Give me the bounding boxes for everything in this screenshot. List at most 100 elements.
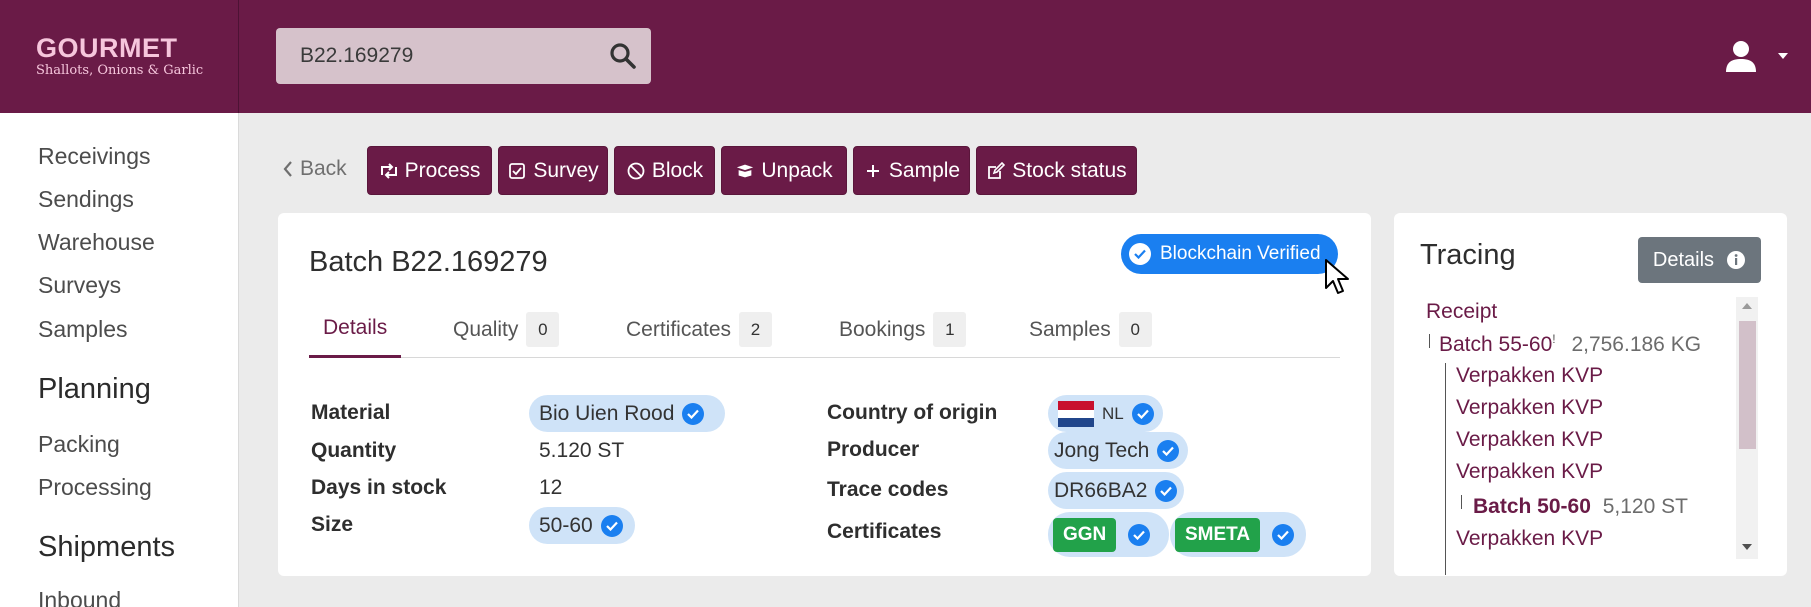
tab-details[interactable]: Details (309, 301, 402, 358)
tab-quality-count: 0 (526, 312, 560, 347)
material-text: Bio Uien Rood (539, 401, 675, 425)
verified-check-icon (1155, 479, 1178, 502)
quantity-label: Quantity (311, 439, 397, 462)
tree-item-verpakken-kvp[interactable]: Verpakken KVP (1456, 527, 1603, 551)
info-circle-icon (1727, 251, 1746, 269)
tab-quality[interactable]: Quality 0 (453, 301, 560, 358)
country-label: Country of origin (827, 401, 998, 424)
tree-item-batch-55-60[interactable]: Batch 55-60! 2,756.186 KG (1439, 332, 1701, 357)
trace-codes-text: DR66BA2 (1054, 478, 1148, 502)
verified-check-icon (1128, 523, 1151, 546)
certificate-ggn[interactable]: GGN (1048, 512, 1169, 557)
tracing-details-button[interactable]: Details (1638, 237, 1761, 283)
sidebar-item-packing[interactable]: Packing (38, 431, 120, 458)
blockchain-verified-badge[interactable]: Blockchain Verified (1121, 234, 1338, 274)
scroll-down-icon[interactable] (1741, 543, 1753, 551)
stock-status-label: Stock status (1012, 158, 1127, 182)
tab-certificates-count: 2 (739, 312, 773, 347)
brand-name: GOURMET (36, 33, 178, 63)
producer-label: Producer (827, 438, 920, 461)
top-bar: GOURMET Shallots, Onions & Garlic (0, 0, 1811, 113)
country-value[interactable]: NL (1048, 395, 1163, 432)
material-value[interactable]: Bio Uien Rood (529, 395, 725, 432)
tab-quality-label: Quality (453, 317, 519, 341)
tab-samples-label: Samples (1029, 317, 1111, 341)
tree-connector (1461, 495, 1462, 509)
tracing-scrollbar-thumb[interactable] (1739, 321, 1756, 449)
survey-label: Survey (533, 158, 599, 182)
batch-50-60-label: Batch 50-60 (1473, 495, 1591, 518)
tracing-title: Tracing (1420, 239, 1516, 271)
tree-item-receipt[interactable]: Receipt (1426, 300, 1497, 324)
batch-55-60-weight: 2,756.186 KG (1571, 333, 1702, 356)
tree-connector (1445, 363, 1446, 575)
scroll-up-icon[interactable] (1741, 302, 1753, 310)
tab-certificates-label: Certificates (626, 317, 732, 341)
batch-50-60-quantity: 5,120 ST (1602, 495, 1688, 518)
stock-status-button[interactable]: Stock status (976, 146, 1137, 195)
back-link[interactable]: Back (282, 157, 347, 181)
unpack-button[interactable]: Unpack (721, 146, 847, 195)
sidebar-item-sendings[interactable]: Sendings (38, 186, 134, 213)
sample-label: Sample (888, 158, 961, 182)
tree-item-batch-50-60[interactable]: Batch 50-60 5,120 ST (1473, 495, 1688, 519)
certificate-ggn-label: GGN (1053, 517, 1117, 552)
verified-check-icon (1131, 402, 1154, 425)
tab-details-label: Details (323, 316, 388, 339)
verified-check-icon (1157, 439, 1180, 462)
verified-check-icon (682, 402, 705, 425)
block-label: Block (651, 158, 704, 182)
back-label: Back (300, 157, 347, 180)
search-icon[interactable] (609, 42, 637, 70)
check-circle-icon (1129, 243, 1151, 265)
batch-card: Batch B22.169279 Blockchain Verified Det… (278, 213, 1371, 576)
tree-item-verpakken-kvp[interactable]: Verpakken KVP (1456, 460, 1603, 484)
edit-icon (986, 161, 1006, 180)
ban-icon (626, 162, 646, 180)
tab-certificates[interactable]: Certificates 2 (626, 301, 773, 358)
trace-codes-value[interactable]: DR66BA2 (1048, 472, 1184, 509)
tree-item-verpakken-kvp[interactable]: Verpakken KVP (1456, 364, 1603, 388)
survey-button[interactable]: Survey (498, 146, 608, 195)
batch-55-60-mark: ! (1552, 332, 1556, 346)
search-input[interactable] (300, 42, 580, 70)
size-label: Size (311, 513, 354, 536)
block-button[interactable]: Block (614, 146, 715, 195)
tree-item-verpakken-kvp[interactable]: Verpakken KVP (1456, 396, 1603, 420)
certificate-smeta-label: SMETA (1175, 517, 1261, 552)
process-button[interactable]: Process (367, 146, 492, 195)
add-sample-button[interactable]: Sample (853, 146, 970, 195)
trace-codes-label: Trace codes (827, 478, 949, 501)
sidebar-item-surveys[interactable]: Surveys (38, 272, 121, 299)
tab-bookings-label: Bookings (839, 317, 926, 341)
tab-samples-count: 0 (1118, 312, 1152, 347)
verified-check-icon (600, 514, 623, 537)
sidebar-item-warehouse[interactable]: Warehouse (38, 229, 155, 256)
brand-tagline: Shallots, Onions & Garlic (36, 63, 204, 78)
box-open-icon (735, 163, 755, 179)
mouse-cursor-icon (1325, 259, 1349, 294)
sidebar-heading-planning: Planning (38, 373, 151, 405)
brand-logo[interactable]: GOURMET Shallots, Onions & Garlic (0, 0, 239, 113)
check-square-icon (507, 162, 527, 179)
producer-value[interactable]: Jong Tech (1048, 432, 1188, 469)
sidebar: Receivings Sendings Warehouse Surveys Sa… (0, 113, 239, 607)
sidebar-item-processing[interactable]: Processing (38, 474, 152, 501)
certificate-smeta[interactable]: SMETA (1170, 512, 1306, 557)
caret-down-icon (1778, 53, 1788, 59)
tree-item-verpakken-kvp[interactable]: Verpakken KVP (1456, 428, 1603, 452)
sidebar-item-inbound[interactable]: Inbound (38, 587, 121, 607)
producer-text: Jong Tech (1054, 438, 1150, 462)
tree-connector (1429, 334, 1430, 348)
search-box[interactable] (276, 28, 651, 84)
tab-bookings[interactable]: Bookings 1 (839, 301, 967, 358)
sidebar-item-samples[interactable]: Samples (38, 316, 127, 343)
sidebar-item-receivings[interactable]: Receivings (38, 143, 151, 170)
tab-samples[interactable]: Samples 0 (1029, 301, 1152, 358)
chevron-left-icon (283, 161, 292, 177)
user-menu[interactable] (1722, 40, 1792, 74)
quantity-value: 5.120 ST (539, 439, 625, 462)
size-value[interactable]: 50-60 (529, 507, 635, 544)
material-label: Material (311, 401, 391, 424)
tracing-card: Tracing Details Receipt Batch 55-60! 2,7… (1394, 213, 1787, 576)
